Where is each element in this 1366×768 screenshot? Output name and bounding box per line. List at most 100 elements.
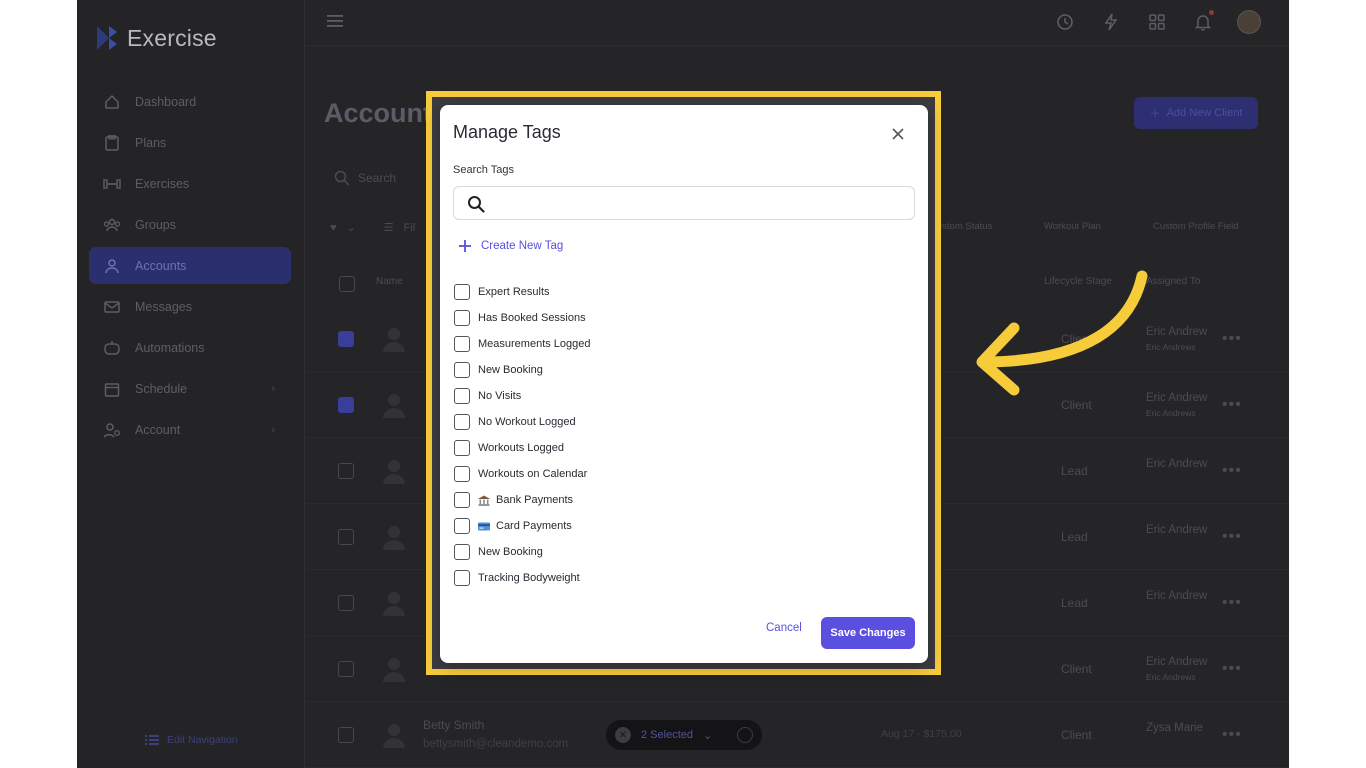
sidebar-item-schedule[interactable]: Schedule › (89, 370, 291, 407)
selection-bar[interactable]: ✕ 2 Selected ⌄ (606, 720, 762, 750)
more-options-icon[interactable]: ••• (1222, 726, 1242, 744)
user-avatar[interactable] (1237, 10, 1261, 34)
more-options-icon[interactable]: ••• (1222, 528, 1242, 546)
sidebar-item-dashboard[interactable]: Dashboard (89, 83, 291, 120)
tag-checkbox[interactable] (454, 284, 470, 300)
cancel-button[interactable]: Cancel (766, 622, 802, 634)
tag-checkbox[interactable] (454, 492, 470, 508)
sidebar-item-plans[interactable]: Plans (89, 124, 291, 161)
tag-checkbox[interactable] (454, 570, 470, 586)
filter-label[interactable]: Fil (404, 222, 416, 234)
selected-count[interactable]: 2 Selected (641, 729, 693, 741)
more-options-icon[interactable]: ••• (1222, 396, 1242, 414)
clock-icon[interactable] (1053, 10, 1077, 34)
tag-checkbox[interactable] (454, 518, 470, 534)
chevron-right-icon: › (271, 423, 275, 436)
sidebar-item-label: Plans (135, 135, 167, 150)
row-assigned-sub: Eric Andrews (1146, 408, 1196, 418)
row-name[interactable]: Betty Smith (423, 718, 484, 732)
avatar-placeholder-icon (383, 724, 405, 748)
more-options-icon[interactable]: ••• (1222, 660, 1242, 678)
row-checkbox[interactable] (338, 595, 354, 611)
bank-icon (478, 495, 490, 506)
list-icon (145, 735, 159, 745)
sidebar-item-exercises[interactable]: Exercises (89, 165, 291, 202)
close-icon[interactable]: ✕ (615, 727, 631, 743)
avatar-placeholder-icon (383, 658, 405, 682)
more-options-icon[interactable]: ••• (1222, 330, 1242, 348)
row-checkbox[interactable] (338, 397, 354, 413)
sidebar-item-messages[interactable]: Messages (89, 288, 291, 325)
tag-checkbox[interactable] (454, 336, 470, 352)
sidebar-item-groups[interactable]: Groups (89, 206, 291, 243)
heart-icon[interactable]: ♥ (330, 222, 337, 234)
chevron-down-icon[interactable]: ⌄ (347, 221, 356, 234)
row-assigned-name: Eric Andrew (1146, 590, 1208, 602)
tag-option[interactable]: Measurements Logged (454, 331, 591, 357)
tag-checkbox[interactable] (454, 310, 470, 326)
column-filter-custom-profile-field[interactable]: Custom Profile Field (1153, 221, 1239, 232)
lightning-icon[interactable] (1099, 10, 1123, 34)
row-checkbox[interactable] (338, 331, 354, 347)
search-tags-input[interactable] (494, 191, 904, 215)
hamburger-icon[interactable] (327, 14, 343, 28)
create-new-tag-button[interactable]: Create New Tag (458, 239, 563, 253)
tag-option[interactable]: New Booking (454, 357, 591, 383)
minus-circle-icon[interactable] (737, 727, 753, 743)
tag-option[interactable]: No Workout Logged (454, 409, 591, 435)
row-assigned-name: Eric Andrew (1146, 524, 1208, 536)
row-checkbox[interactable] (338, 529, 354, 545)
chevron-down-icon[interactable]: ⌄ (703, 729, 712, 742)
sidebar-item-label: Schedule (135, 381, 188, 396)
sidebar-item-automations[interactable]: Automations (89, 329, 291, 366)
tag-checkbox[interactable] (454, 466, 470, 482)
avatar-placeholder-icon (383, 526, 405, 550)
tag-option[interactable]: Card Payments (454, 513, 591, 539)
save-changes-button[interactable]: Save Changes (821, 617, 915, 649)
sidebar-item-account[interactable]: Account › (89, 411, 291, 448)
column-filter-workout-plan[interactable]: Workout Plan (1044, 221, 1101, 232)
sidebar-item-label: Exercises (135, 176, 190, 191)
tag-option[interactable]: No Visits (454, 383, 591, 409)
bell-icon[interactable] (1191, 10, 1215, 34)
close-icon[interactable] (890, 126, 906, 142)
tag-checkbox[interactable] (454, 388, 470, 404)
apps-grid-icon[interactable] (1145, 10, 1169, 34)
filter-icon[interactable]: ☰ (384, 221, 394, 234)
tag-checkbox[interactable] (454, 362, 470, 378)
more-options-icon[interactable]: ••• (1222, 594, 1242, 612)
add-new-client-button[interactable]: ＋ Add New Client (1134, 97, 1258, 129)
tag-list: Expert Results Has Booked Sessions Measure… (454, 279, 591, 591)
search-tags-field[interactable] (453, 186, 915, 220)
credit-card-icon (478, 522, 490, 531)
logo[interactable]: Exercise (95, 24, 217, 52)
row-lifecycle-stage: Lead (1061, 464, 1088, 478)
row-checkbox[interactable] (338, 661, 354, 677)
sidebar-item-accounts[interactable]: Accounts (89, 247, 291, 284)
tag-checkbox[interactable] (454, 414, 470, 430)
notification-dot (1209, 10, 1214, 15)
group-icon (103, 216, 121, 234)
select-all-checkbox[interactable] (339, 276, 355, 292)
tag-option[interactable]: Bank Payments (454, 487, 591, 513)
tag-option[interactable]: Workouts Logged (454, 435, 591, 461)
tag-option[interactable]: Workouts on Calendar (454, 461, 591, 487)
tag-checkbox[interactable] (454, 544, 470, 560)
chevron-right-icon: › (271, 382, 275, 395)
tag-option[interactable]: Tracking Bodyweight (454, 565, 591, 591)
tag-option[interactable]: New Booking (454, 539, 591, 565)
tag-checkbox[interactable] (454, 440, 470, 456)
accounts-search[interactable]: Search (334, 170, 396, 186)
tag-option[interactable]: Has Booked Sessions (454, 305, 591, 331)
annotation-arrow-icon (976, 270, 1148, 396)
row-assigned-sub: Eric Andrews (1146, 672, 1196, 682)
tag-option[interactable]: Expert Results (454, 279, 591, 305)
more-options-icon[interactable]: ••• (1222, 462, 1242, 480)
manage-tags-modal: Manage Tags Search Tags Create New Tag E… (440, 105, 928, 663)
sidebar-item-label: Automations (135, 340, 205, 355)
edit-navigation-link[interactable]: Edit Navigation (145, 734, 238, 746)
row-checkbox[interactable] (338, 727, 354, 743)
table-row[interactable]: Betty Smith bettysmith@cleandemo.com Clien… (305, 702, 1289, 768)
row-checkbox[interactable] (338, 463, 354, 479)
calendar-icon (103, 380, 121, 398)
